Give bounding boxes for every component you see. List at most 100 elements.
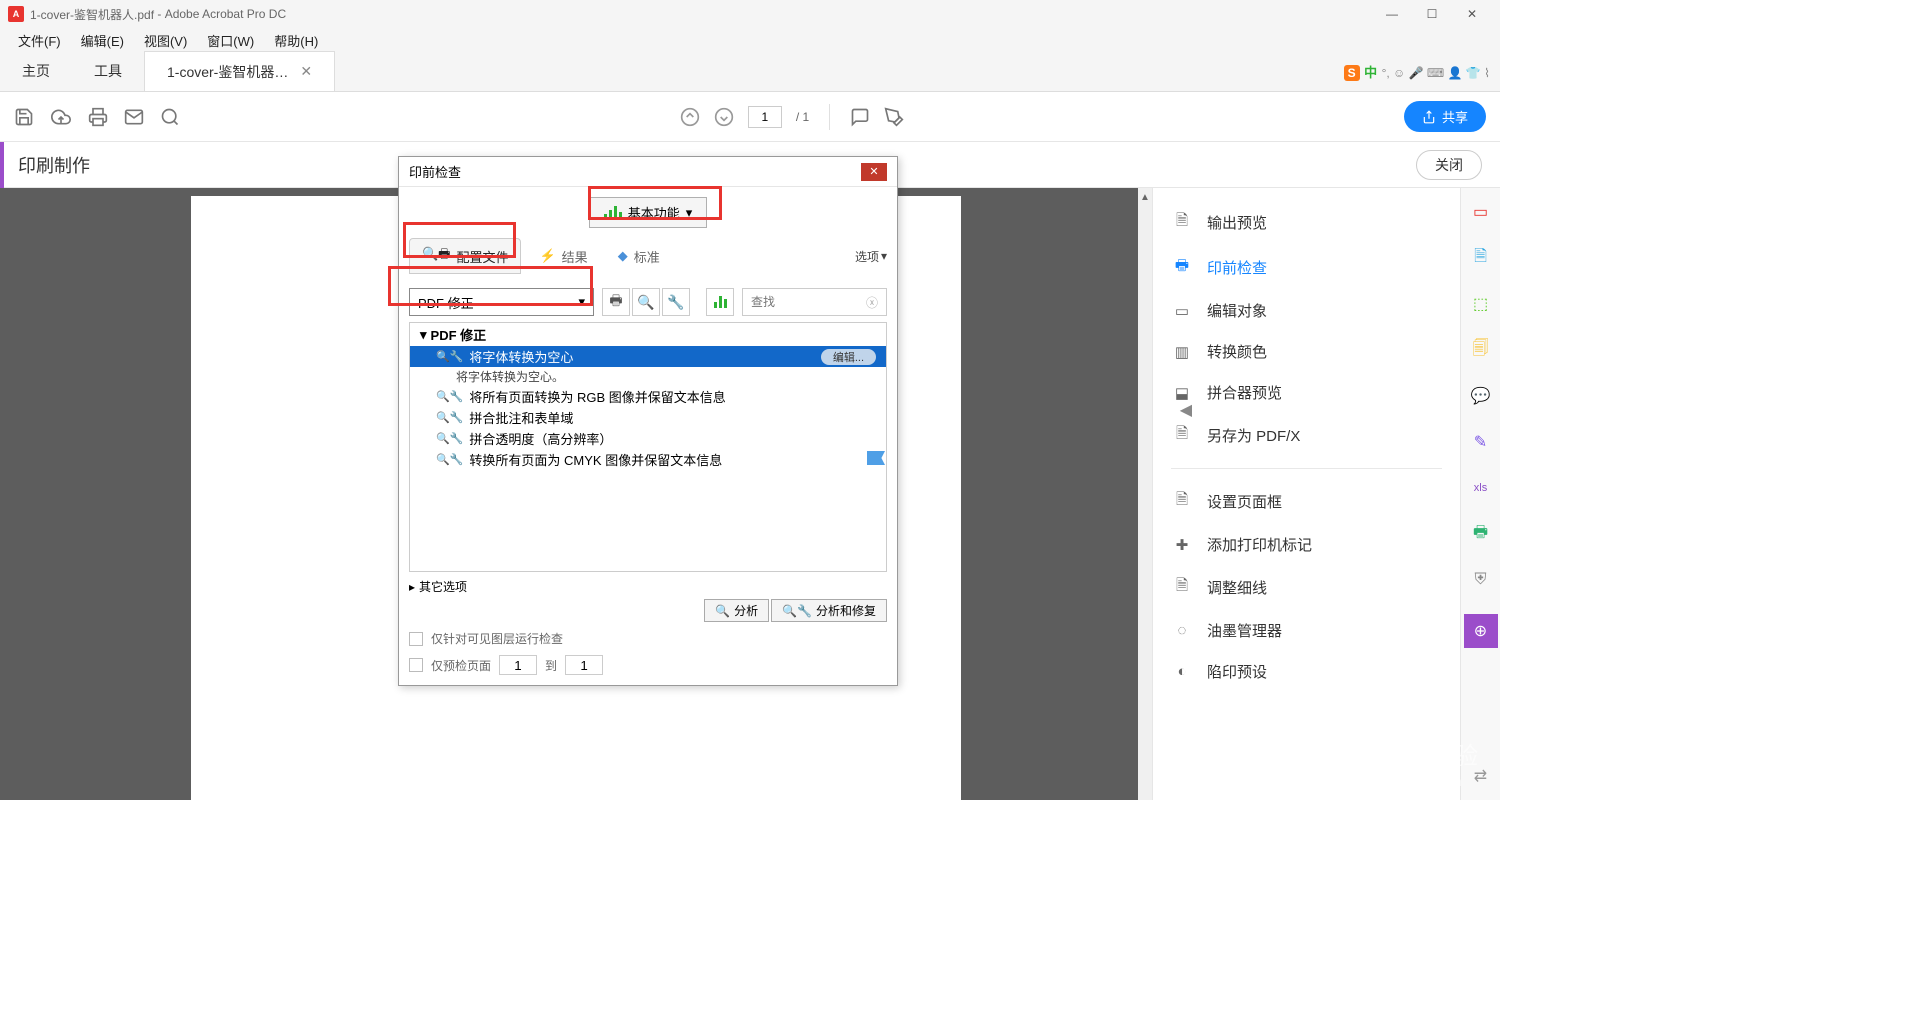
tab-close-icon[interactable]: ✕ bbox=[300, 63, 312, 80]
section-title: 印刷制作 bbox=[18, 152, 90, 178]
side-label-output-preview: 输出预览 bbox=[1207, 212, 1267, 233]
profile-item-flatten-transparency[interactable]: 🔍🔧拼合透明度（高分辨率） bbox=[410, 428, 886, 449]
visible-layers-checkbox-row: 仅针对可见图层运行检查 bbox=[409, 630, 887, 647]
page-to-input[interactable] bbox=[565, 655, 603, 675]
side-item-preflight[interactable]: 🖶印前检查 bbox=[1153, 245, 1460, 290]
search-input[interactable] bbox=[751, 295, 866, 309]
vertical-scrollbar[interactable]: ▲ bbox=[1138, 188, 1152, 800]
menu-bar: 文件(F) 编辑(E) 视图(V) 窗口(W) 帮助(H) bbox=[0, 28, 1500, 52]
tool-wrench-icon[interactable]: 🔧 bbox=[662, 288, 690, 316]
ink-icon: ◌ bbox=[1171, 622, 1193, 639]
basic-features-button[interactable]: 基本功能 ▾ bbox=[589, 197, 708, 228]
share-label: 共享 bbox=[1442, 107, 1468, 126]
analyze-fix-button[interactable]: 🔍🔧分析和修复 bbox=[771, 599, 887, 622]
page-up-icon[interactable] bbox=[680, 107, 700, 127]
printer-marks-icon: ✚ bbox=[1171, 536, 1193, 554]
profile-item-rgb[interactable]: 🔍🔧将所有页面转换为 RGB 图像并保留文本信息 bbox=[410, 386, 886, 407]
strip-shield-icon[interactable]: ⛨ bbox=[1469, 568, 1493, 592]
strip-expand-icon[interactable]: ⇄ bbox=[1469, 764, 1493, 788]
section-close-button[interactable]: 关闭 bbox=[1416, 150, 1482, 180]
category-dropdown-value: PDF 修正 bbox=[418, 293, 474, 312]
profile-item-cmyk[interactable]: 🔍🔧转换所有页面为 CMYK 图像并保留文本信息 bbox=[410, 449, 886, 470]
list-group-header[interactable]: ▾ PDF 修正 bbox=[410, 323, 886, 346]
profile-item-description: 将字体转换为空心。 bbox=[410, 367, 886, 386]
side-label-flattener-preview: 拼合器预览 bbox=[1207, 382, 1282, 403]
tab-tools[interactable]: 工具 bbox=[72, 51, 144, 91]
side-label-trap-presets: 陷印预设 bbox=[1207, 661, 1267, 682]
main-toolbar: / 1 共享 bbox=[0, 92, 1500, 142]
tab-standards[interactable]: ◆ 标准 bbox=[606, 241, 672, 272]
profile-item-flatten-annotations[interactable]: 🔍🔧拼合批注和表单域 bbox=[410, 407, 886, 428]
tab-results[interactable]: ⚡ 结果 bbox=[527, 241, 599, 272]
side-item-printer-marks[interactable]: ✚添加打印机标记 bbox=[1153, 524, 1460, 565]
side-item-ink-manager[interactable]: ◌油墨管理器 bbox=[1153, 610, 1460, 651]
comment-icon[interactable] bbox=[850, 107, 870, 127]
tab-profiles[interactable]: 🔍🖶 配置文件 bbox=[409, 238, 521, 274]
profiles-list: ▾ PDF 修正 🔍🔧 将字体转换为空心 编辑... 将字体转换为空心。 🔍🔧将… bbox=[409, 322, 887, 572]
scrollbar-up-icon[interactable]: ▲ bbox=[1138, 188, 1152, 206]
strip-layout-icon[interactable]: ▭ bbox=[1469, 200, 1493, 224]
menu-window[interactable]: 窗口(W) bbox=[197, 29, 264, 52]
strip-xls-icon[interactable]: xls bbox=[1469, 476, 1493, 500]
tab-document[interactable]: 1-cover-鉴智机器… ✕ bbox=[144, 51, 335, 91]
strip-more-icon[interactable]: ⊕ bbox=[1464, 614, 1498, 648]
tab-profiles-label: 配置文件 bbox=[456, 247, 508, 266]
strip-crop-icon[interactable]: ⬚ bbox=[1469, 292, 1493, 316]
share-button[interactable]: 共享 bbox=[1404, 101, 1486, 132]
tool-search-icon[interactable]: 🔍 bbox=[632, 288, 660, 316]
search-icon[interactable] bbox=[160, 107, 180, 127]
analyze-button[interactable]: 🔍分析 bbox=[704, 599, 769, 622]
dropdown-arrow-icon: ▾ bbox=[578, 294, 585, 310]
visible-layers-checkbox[interactable] bbox=[409, 632, 423, 646]
save-icon[interactable] bbox=[14, 107, 34, 127]
menu-edit[interactable]: 编辑(E) bbox=[71, 29, 134, 52]
other-options-toggle[interactable]: ▸ 其它选项 bbox=[399, 572, 897, 595]
clear-search-icon[interactable]: ⓧ bbox=[866, 294, 878, 311]
print-icon[interactable] bbox=[88, 107, 108, 127]
category-dropdown[interactable]: PDF 修正 ▾ bbox=[409, 288, 594, 316]
strip-sign-icon[interactable]: ✎ bbox=[1469, 430, 1493, 454]
tools-side-panel: 🗎输出预览 🖶印前检查 ▭编辑对象 ▥转换颜色 ⬓拼合器预览 🗎另存为 PDF/… bbox=[1152, 188, 1460, 800]
menu-help[interactable]: 帮助(H) bbox=[264, 29, 328, 52]
page-box-icon: 🗎 bbox=[1171, 489, 1193, 514]
tool-chart-icon[interactable] bbox=[706, 288, 734, 316]
strip-comment-icon[interactable]: 💬 bbox=[1469, 384, 1493, 408]
dialog-titlebar: 印前检查 ✕ bbox=[399, 157, 897, 187]
strip-export-icon[interactable]: 🗎 bbox=[1469, 246, 1493, 270]
profile-item-convert-fonts-outline[interactable]: 🔍🔧 将字体转换为空心 编辑... bbox=[410, 346, 886, 367]
page-range-row: 仅预检页面 到 bbox=[409, 655, 887, 675]
side-item-trap-presets[interactable]: ◐陷印预设 bbox=[1153, 651, 1460, 692]
window-minimize-button[interactable]: — bbox=[1372, 2, 1412, 26]
strip-print-icon[interactable]: 🖶 bbox=[1469, 522, 1493, 546]
email-icon[interactable] bbox=[124, 107, 144, 127]
side-expand-icon[interactable]: ◀ bbox=[1180, 400, 1192, 420]
cloud-icon[interactable] bbox=[50, 107, 72, 127]
side-label-page-boxes: 设置页面框 bbox=[1207, 491, 1282, 512]
options-dropdown[interactable]: 选项 ▾ bbox=[855, 248, 887, 265]
window-close-button[interactable]: ✕ bbox=[1452, 2, 1492, 26]
magnifier-wrench-icon: 🔍🔧 bbox=[782, 604, 812, 618]
menu-file[interactable]: 文件(F) bbox=[8, 29, 71, 52]
chevron-down-icon: ▾ bbox=[686, 205, 693, 221]
page-range-checkbox[interactable] bbox=[409, 658, 423, 672]
tab-home[interactable]: 主页 bbox=[0, 51, 72, 91]
page-number-input[interactable] bbox=[748, 106, 782, 128]
dialog-title: 印前检查 bbox=[409, 162, 461, 181]
magnifier-icon: 🔍 bbox=[715, 604, 730, 618]
side-item-page-boxes[interactable]: 🗎 设置页面框 bbox=[1153, 479, 1460, 524]
window-maximize-button[interactable]: ☐ bbox=[1412, 2, 1452, 26]
side-item-edit-object[interactable]: ▭编辑对象 bbox=[1153, 290, 1460, 331]
strip-note-icon[interactable]: 🗐 bbox=[1469, 338, 1493, 362]
side-item-output-preview[interactable]: 🗎输出预览 bbox=[1153, 200, 1460, 245]
side-item-save-pdfx[interactable]: 🗎另存为 PDF/X bbox=[1153, 413, 1460, 458]
sign-icon[interactable] bbox=[884, 107, 904, 127]
page-down-icon[interactable] bbox=[714, 107, 734, 127]
side-item-flattener-preview[interactable]: ⬓拼合器预览 bbox=[1153, 372, 1460, 413]
tool-printer-icon[interactable]: 🖶 bbox=[602, 288, 630, 316]
page-from-input[interactable] bbox=[499, 655, 537, 675]
dialog-close-button[interactable]: ✕ bbox=[861, 163, 887, 181]
side-item-convert-colors[interactable]: ▥转换颜色 bbox=[1153, 331, 1460, 372]
side-item-hairlines[interactable]: 🗎调整细线 bbox=[1153, 565, 1460, 610]
edit-profile-button[interactable]: 编辑... bbox=[821, 349, 876, 365]
menu-view[interactable]: 视图(V) bbox=[134, 29, 197, 52]
